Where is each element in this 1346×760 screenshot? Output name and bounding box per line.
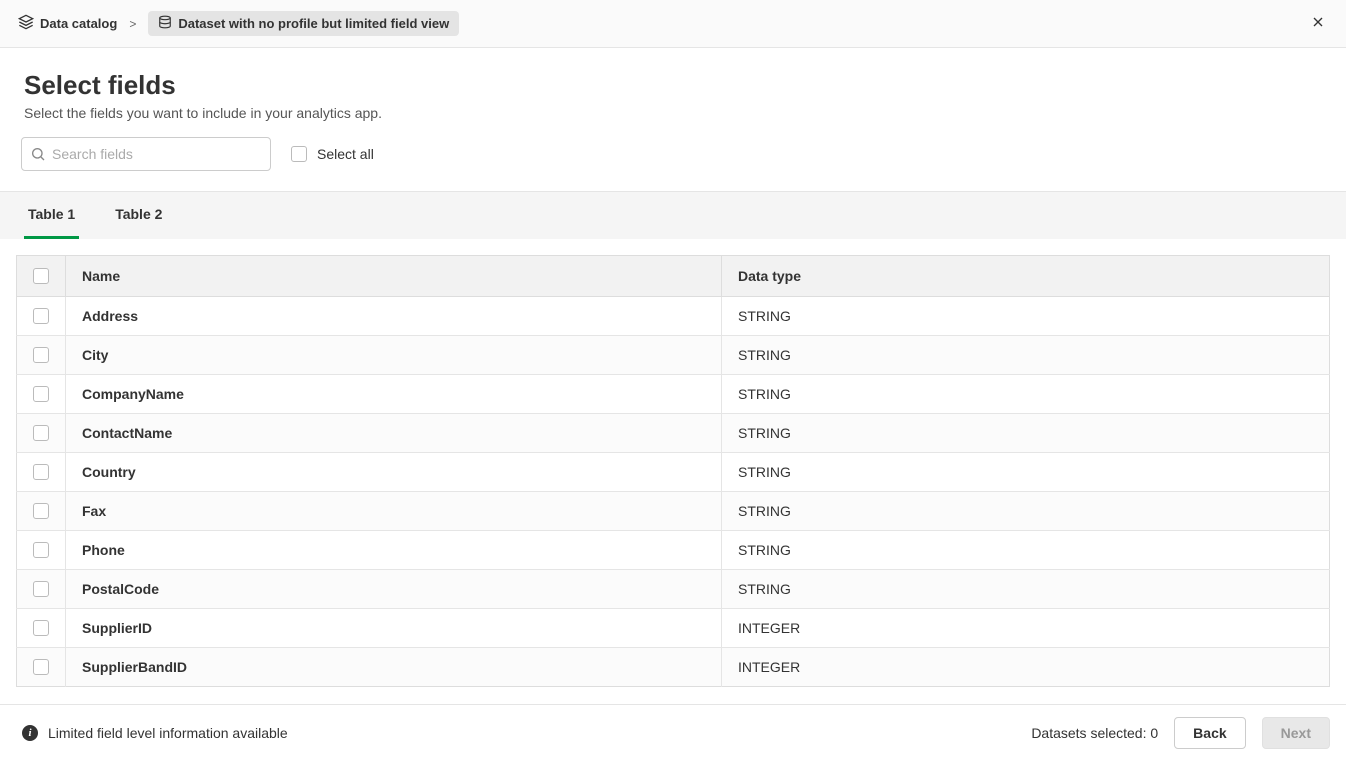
- row-checkbox[interactable]: [33, 386, 49, 402]
- table-header-row: Name Data type: [17, 256, 1330, 297]
- row-checkbox[interactable]: [33, 542, 49, 558]
- close-icon: [1310, 14, 1326, 33]
- footer: i Limited field level information availa…: [0, 704, 1346, 760]
- breadcrumb-separator: >: [127, 17, 138, 31]
- search-field[interactable]: [21, 137, 271, 171]
- table-row[interactable]: CitySTRING: [17, 336, 1330, 375]
- select-all-label: Select all: [317, 146, 374, 162]
- header-checkbox-cell: [17, 256, 66, 297]
- table-row[interactable]: PostalCodeSTRING: [17, 570, 1330, 609]
- field-type: INTEGER: [722, 648, 1330, 687]
- search-input[interactable]: [52, 138, 262, 170]
- field-type: STRING: [722, 570, 1330, 609]
- layers-icon: [18, 14, 34, 33]
- field-name: CompanyName: [66, 375, 722, 414]
- select-all-checkbox[interactable]: [291, 146, 307, 162]
- row-checkbox-cell: [17, 414, 66, 453]
- row-checkbox[interactable]: [33, 581, 49, 597]
- select-all[interactable]: Select all: [291, 146, 374, 162]
- database-icon: [158, 15, 172, 32]
- field-name: ContactName: [66, 414, 722, 453]
- table-row[interactable]: CompanyNameSTRING: [17, 375, 1330, 414]
- table-area: Name Data type AddressSTRINGCitySTRINGCo…: [0, 239, 1346, 703]
- close-button[interactable]: [1306, 12, 1330, 36]
- row-checkbox[interactable]: [33, 308, 49, 324]
- table-row[interactable]: ContactNameSTRING: [17, 414, 1330, 453]
- field-name: City: [66, 336, 722, 375]
- table-row[interactable]: CountrySTRING: [17, 453, 1330, 492]
- row-checkbox[interactable]: [33, 347, 49, 363]
- field-type: INTEGER: [722, 609, 1330, 648]
- header-checkbox[interactable]: [33, 268, 49, 284]
- table-row[interactable]: AddressSTRING: [17, 297, 1330, 336]
- field-name: Country: [66, 453, 722, 492]
- row-checkbox[interactable]: [33, 464, 49, 480]
- row-checkbox[interactable]: [33, 620, 49, 636]
- datasets-selected-count: Datasets selected: 0: [1031, 725, 1158, 741]
- row-checkbox-cell: [17, 609, 66, 648]
- row-checkbox[interactable]: [33, 503, 49, 519]
- breadcrumb-dataset[interactable]: Dataset with no profile but limited fiel…: [148, 11, 459, 36]
- footer-info-text: Limited field level information availabl…: [48, 725, 288, 741]
- field-name: SupplierID: [66, 609, 722, 648]
- field-type: STRING: [722, 414, 1330, 453]
- footer-right: Datasets selected: 0 Back Next: [1031, 717, 1330, 749]
- table-row[interactable]: SupplierIDINTEGER: [17, 609, 1330, 648]
- breadcrumb: Data catalog > Dataset with no profile b…: [18, 11, 459, 36]
- row-checkbox-cell: [17, 648, 66, 687]
- tab-table-1[interactable]: Table 1: [24, 192, 79, 239]
- info-icon: i: [22, 725, 38, 741]
- header-name[interactable]: Name: [66, 256, 722, 297]
- page-subtitle: Select the fields you want to include in…: [24, 105, 1322, 121]
- field-type: STRING: [722, 453, 1330, 492]
- field-name: SupplierBandID: [66, 648, 722, 687]
- field-name: Phone: [66, 531, 722, 570]
- row-checkbox[interactable]: [33, 659, 49, 675]
- row-checkbox[interactable]: [33, 425, 49, 441]
- field-name: Address: [66, 297, 722, 336]
- breadcrumb-root-label: Data catalog: [40, 16, 117, 31]
- fields-table: Name Data type AddressSTRINGCitySTRINGCo…: [16, 255, 1330, 687]
- title-area: Select fields Select the fields you want…: [0, 48, 1346, 137]
- header-type[interactable]: Data type: [722, 256, 1330, 297]
- tab-table-2[interactable]: Table 2: [111, 192, 166, 239]
- field-name: Fax: [66, 492, 722, 531]
- row-checkbox-cell: [17, 336, 66, 375]
- breadcrumb-bar: Data catalog > Dataset with no profile b…: [0, 0, 1346, 48]
- field-name: PostalCode: [66, 570, 722, 609]
- table-row[interactable]: SupplierBandIDINTEGER: [17, 648, 1330, 687]
- field-type: STRING: [722, 531, 1330, 570]
- footer-info: i Limited field level information availa…: [22, 725, 288, 741]
- table-row[interactable]: FaxSTRING: [17, 492, 1330, 531]
- table-row[interactable]: PhoneSTRING: [17, 531, 1330, 570]
- row-checkbox-cell: [17, 453, 66, 492]
- back-button[interactable]: Back: [1174, 717, 1245, 749]
- field-type: STRING: [722, 336, 1330, 375]
- tabs-bar: Table 1 Table 2: [0, 191, 1346, 239]
- page-title: Select fields: [24, 70, 1322, 101]
- row-checkbox-cell: [17, 375, 66, 414]
- field-type: STRING: [722, 492, 1330, 531]
- row-checkbox-cell: [17, 297, 66, 336]
- row-checkbox-cell: [17, 570, 66, 609]
- field-type: STRING: [722, 375, 1330, 414]
- row-checkbox-cell: [17, 492, 66, 531]
- controls-row: Select all: [0, 137, 1346, 191]
- next-button[interactable]: Next: [1262, 717, 1330, 749]
- breadcrumb-dataset-label: Dataset with no profile but limited fiel…: [178, 16, 449, 31]
- breadcrumb-root[interactable]: Data catalog: [18, 14, 117, 33]
- row-checkbox-cell: [17, 531, 66, 570]
- field-type: STRING: [722, 297, 1330, 336]
